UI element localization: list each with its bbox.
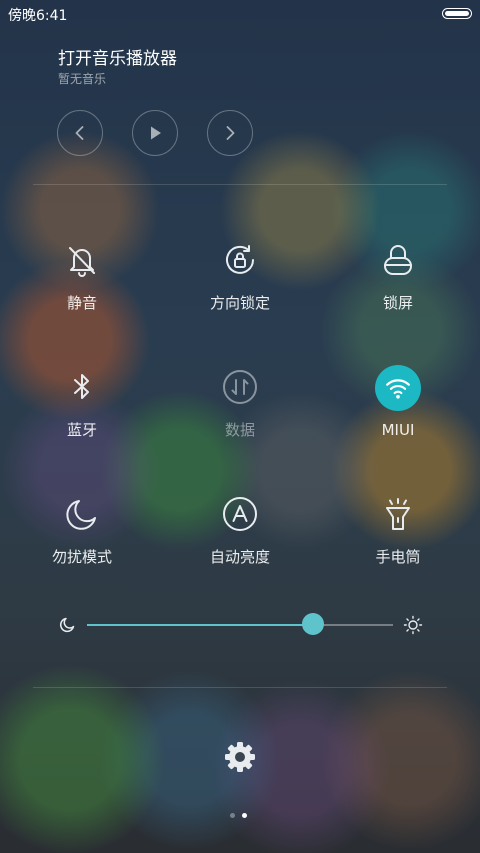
toggle-label: 蓝牙 [66,421,97,439]
status-time: 傍晚6:41 [8,8,68,24]
previous-track-button[interactable] [57,110,103,156]
toggle-mute[interactable]: 静音 [17,238,147,328]
toggle-label: MIUI [381,421,415,439]
chevron-left-icon [75,126,84,140]
next-track-button[interactable] [207,110,253,156]
play-button[interactable] [132,110,178,156]
chevron-right-icon [226,126,235,140]
status-bar: 傍晚6:41 [0,0,480,28]
wifi-icon [375,365,421,411]
toggle-label: 锁屏 [382,294,413,312]
brightness-low-icon [60,617,75,633]
gear-icon[interactable] [223,740,257,774]
music-player-subtitle: 暂无音乐 [58,72,107,86]
toggle-lock-screen[interactable]: 锁屏 [333,238,463,328]
toggle-label: 自动亮度 [209,548,270,566]
toggle-label: 静音 [66,294,97,312]
divider-bottom [33,687,447,688]
battery-icon [442,8,472,19]
play-icon [151,126,161,140]
mobile-data-icon [218,365,262,409]
bluetooth-icon [60,365,104,409]
brightness-high-icon [403,615,423,635]
bell-off-icon [60,238,104,282]
toggle-mobile-data[interactable]: 数据 [175,365,305,455]
brightness-slider-thumb[interactable] [302,613,325,635]
page-indicator-dot [230,813,235,818]
music-player-title[interactable]: 打开音乐播放器 [58,44,177,69]
auto-brightness-icon [218,492,262,536]
toggle-label: 数据 [224,421,255,439]
toggle-label: 手电筒 [375,548,421,566]
toggle-bluetooth[interactable]: 蓝牙 [17,365,147,455]
toggle-flashlight[interactable]: 手电筒 [333,492,463,582]
toggle-do-not-disturb[interactable]: 勿扰模式 [17,492,147,582]
flashlight-icon [376,492,420,536]
brightness-slider[interactable] [87,624,393,626]
brightness-slider-fill [87,624,314,626]
toggle-auto-brightness[interactable]: 自动亮度 [175,492,305,582]
toggle-label: 方向锁定 [209,294,270,312]
rotation-lock-icon [218,238,262,282]
toggle-wifi[interactable]: MIUI [333,365,463,455]
divider-top [33,184,447,185]
moon-icon [60,492,104,536]
lock-icon [376,238,420,282]
page-indicator-dot-active [242,813,247,818]
toggle-rotation-lock[interactable]: 方向锁定 [175,238,305,328]
toggle-label: 勿扰模式 [51,548,112,566]
